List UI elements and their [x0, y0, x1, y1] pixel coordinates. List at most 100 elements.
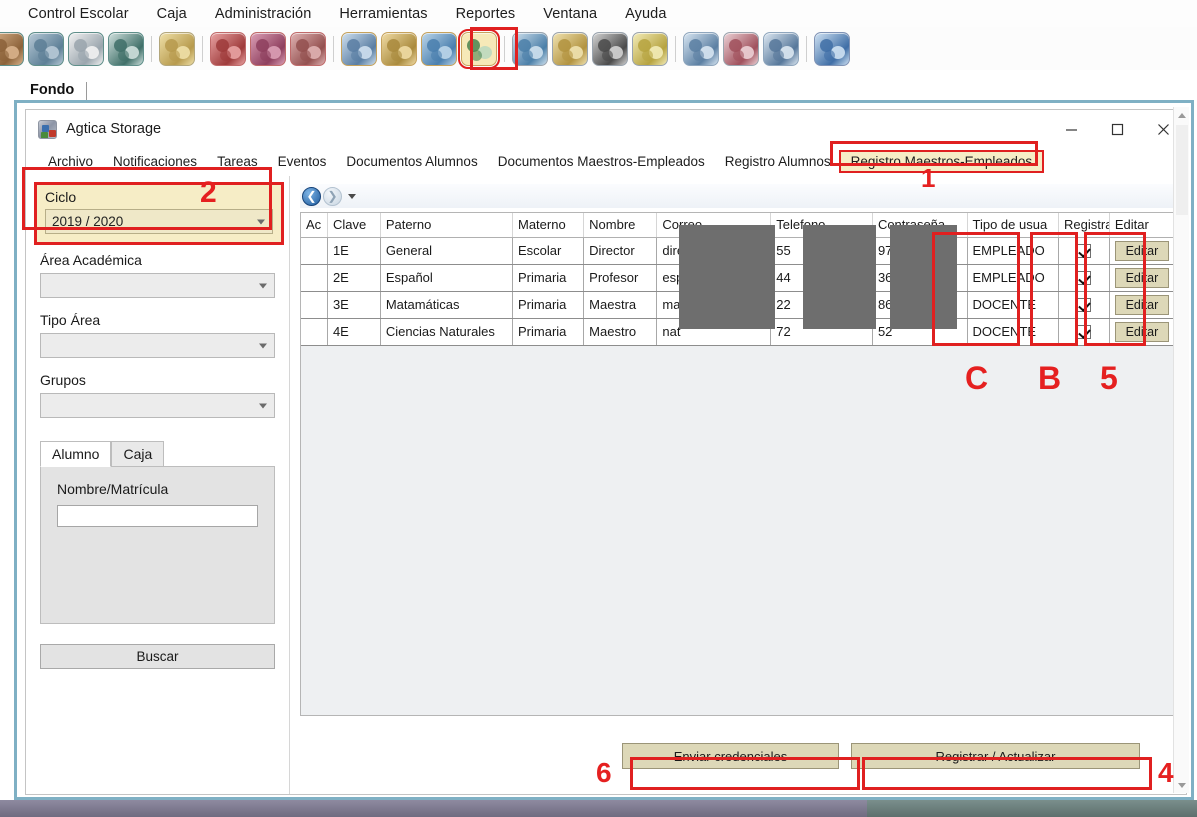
toolbar-icon-calculator[interactable] — [159, 31, 195, 66]
toolbar-icon-report-list[interactable] — [763, 31, 799, 66]
grid-header-acc[interactable]: Ac — [301, 213, 328, 238]
menu-caja[interactable]: Caja — [143, 6, 201, 22]
wmenu-notificaciones[interactable]: Notificaciones — [103, 152, 207, 171]
scrollbar-thumb[interactable] — [1176, 125, 1188, 215]
cell-nombre: Maestra — [583, 291, 658, 319]
menu-control-escolar[interactable]: Control Escolar — [14, 6, 143, 22]
window-menubar: Archivo Notificaciones Tareas Eventos Do… — [26, 148, 1186, 174]
toolbar-icon-cart-blue[interactable] — [512, 31, 548, 66]
grid-header-contrasena[interactable]: Contraseña — [872, 213, 968, 238]
enviar-credenciales-button[interactable]: Enviar credenciales — [622, 743, 839, 769]
toolbar-icon-group[interactable] — [210, 31, 246, 66]
scroll-up-icon[interactable] — [1174, 107, 1190, 123]
menu-herramientas[interactable]: Herramientas — [325, 6, 441, 22]
wmenu-registro-alumnos[interactable]: Registro Alumnos — [715, 152, 841, 171]
table-row[interactable]: 2E Español Primaria Profesor esp 44 36 EMPLEADO… — [301, 264, 1175, 292]
vertical-scrollbar[interactable] — [1173, 107, 1189, 793]
menu-reportes[interactable]: Reportes — [442, 6, 530, 22]
checkbox-checked-icon[interactable] — [1076, 298, 1091, 313]
tipo-area-label: Tipo Área — [40, 312, 101, 328]
toolbar-icon-group-edit[interactable] — [250, 31, 286, 66]
grid-header-correo[interactable]: Correo — [656, 213, 772, 238]
grid-header-paterno[interactable]: Paterno — [380, 213, 514, 238]
cell-registra-checkbox[interactable] — [1058, 264, 1110, 292]
editar-button[interactable]: Editar — [1114, 321, 1169, 342]
toolbar-icon-1[interactable] — [0, 31, 24, 66]
scroll-down-icon[interactable] — [1174, 777, 1190, 793]
cell-editar[interactable]: Editar — [1109, 264, 1175, 292]
grid-header-nombre[interactable]: Nombre — [583, 213, 658, 238]
registrar-actualizar-button[interactable]: Registrar / Actualizar — [851, 743, 1140, 769]
wmenu-archivo[interactable]: Archivo — [38, 152, 103, 171]
cell-contrasena: 97 — [872, 237, 968, 265]
checkbox-checked-icon[interactable] — [1076, 325, 1091, 340]
grid-header-clave[interactable]: Clave — [327, 213, 381, 238]
toolbar-icon-cart-red[interactable] — [723, 31, 759, 66]
menu-ayuda[interactable]: Ayuda — [611, 6, 680, 22]
editar-button[interactable]: Editar — [1114, 240, 1169, 261]
toolbar-icon-close-app[interactable] — [814, 31, 850, 66]
toolbar-icon-invoice[interactable] — [683, 31, 719, 66]
area-academica-combo[interactable] — [40, 273, 275, 298]
grupos-combo[interactable] — [40, 393, 275, 418]
grid-header-tipo[interactable]: Tipo de usua — [967, 213, 1060, 238]
wmenu-documentos-maestros-empleados[interactable]: Documentos Maestros-Empleados — [488, 152, 715, 171]
maximize-icon[interactable] — [1094, 110, 1140, 148]
nombre-matricula-input[interactable] — [57, 505, 258, 527]
wmenu-eventos[interactable]: Eventos — [268, 152, 337, 171]
grid-header-editar[interactable]: Editar — [1109, 213, 1175, 238]
toolbar-icon-cart-gold[interactable] — [552, 31, 588, 66]
wmenu-documentos-alumnos[interactable]: Documentos Alumnos — [336, 152, 487, 171]
back-arrow-icon[interactable]: ❮ — [302, 186, 321, 206]
grid-header-registro[interactable]: Registra — [1058, 213, 1110, 238]
toolbar-icon-at-sign[interactable] — [108, 31, 144, 66]
editar-button[interactable]: Editar — [1114, 267, 1169, 288]
grid-header-materno[interactable]: Materno — [512, 213, 585, 238]
cell-registra-checkbox[interactable] — [1058, 237, 1110, 265]
wmenu-tareas[interactable]: Tareas — [207, 152, 268, 171]
ciclo-combo[interactable]: 2019 / 2020 — [45, 209, 273, 234]
toolbar-icon-star-doc[interactable] — [341, 31, 377, 66]
checkbox-checked-icon[interactable] — [1076, 271, 1091, 286]
mdi-tab-fondo[interactable]: Fondo — [20, 82, 86, 100]
toolbar-icon-storage-cloud[interactable] — [421, 31, 457, 66]
sidebar-tab-alumno[interactable]: Alumno — [40, 441, 112, 467]
cell-telefono: 22 — [770, 291, 873, 319]
toolbar-icon-student-card[interactable] — [28, 31, 64, 66]
toolbar-icon-note-pencil[interactable] — [381, 31, 417, 66]
toolbar-icon-clock[interactable] — [68, 31, 104, 66]
minimize-icon[interactable] — [1048, 110, 1094, 148]
cell-paterno: General — [380, 237, 514, 265]
sidebar-tab-panel: Nombre/Matrícula — [40, 466, 275, 624]
table-row[interactable]: 4E Ciencias Naturales Primaria Maestro nat 72… — [301, 318, 1175, 346]
tipo-area-combo[interactable] — [40, 333, 275, 358]
menu-ventana[interactable]: Ventana — [529, 6, 611, 22]
cell-editar[interactable]: Editar — [1109, 237, 1175, 265]
grid-header-telefono[interactable]: Telefono — [770, 213, 873, 238]
cell-registra-checkbox[interactable] — [1058, 291, 1110, 319]
records-grid-container[interactable]: Ac Clave Paterno Materno Nombre Correo Telefon… — [300, 212, 1176, 716]
table-row[interactable]: 3E Matamáticas Primaria Maestra ma 22 86 DOCENT… — [301, 291, 1175, 319]
toolbar-icon-id-card[interactable] — [290, 31, 326, 66]
wmenu-registro-maestros-empleados[interactable]: Registro Maestros-Empleados — [838, 149, 1045, 173]
cell-editar[interactable]: Editar — [1109, 318, 1175, 346]
buscar-button[interactable]: Buscar — [40, 644, 275, 669]
toolbar-icon-check-doc[interactable] — [458, 28, 500, 69]
cell-editar[interactable]: Editar — [1109, 291, 1175, 319]
chevron-down-icon — [259, 283, 267, 288]
toolbar-separator — [151, 35, 152, 62]
checkbox-checked-icon[interactable] — [1076, 244, 1091, 259]
table-row[interactable]: 1E General Escolar Director dire 55 97 EMPLEADO… — [301, 237, 1175, 265]
toolbar-icon-cart-yellow[interactable] — [632, 31, 668, 66]
forward-arrow-icon[interactable]: ❯ — [323, 186, 342, 206]
editar-button[interactable]: Editar — [1114, 294, 1169, 315]
window-titlebar: Agtica Storage — [26, 110, 1186, 148]
menu-administracion[interactable]: Administración — [201, 6, 326, 22]
toolbar-icon-cart-dark[interactable] — [592, 31, 628, 66]
sidebar-tab-caja[interactable]: Caja — [111, 441, 165, 466]
grupos-label: Grupos — [40, 372, 86, 388]
cell-registra-checkbox[interactable] — [1058, 318, 1110, 346]
chevron-down-icon[interactable] — [348, 193, 356, 199]
annotation-marker-B: B — [1038, 360, 1062, 396]
chevron-down-icon — [257, 219, 265, 224]
